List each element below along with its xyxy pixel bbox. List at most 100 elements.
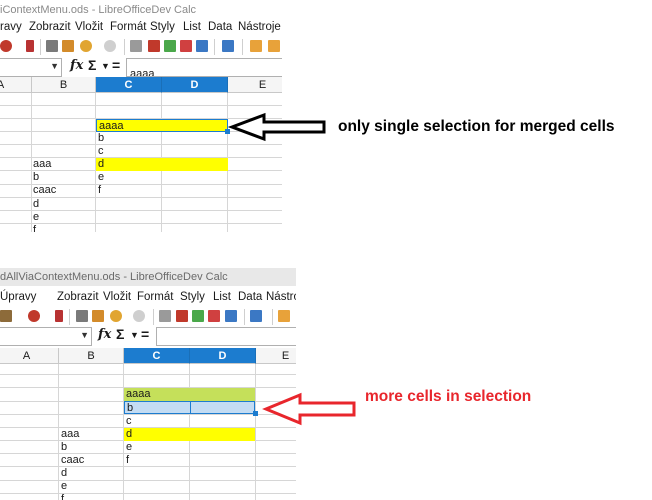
annotation-text-bottom: more cells in selection bbox=[365, 388, 532, 405]
column-header-a[interactable]: A bbox=[0, 348, 59, 364]
cell-c[interactable]: c bbox=[96, 145, 104, 158]
name-box[interactable]: ▼ bbox=[0, 327, 92, 346]
row-icon[interactable] bbox=[192, 310, 204, 322]
menu-upravy[interactable]: ravy bbox=[0, 18, 22, 36]
redo-icon[interactable] bbox=[104, 40, 116, 52]
cell-c[interactable]: f bbox=[124, 454, 129, 467]
chevron-down-icon[interactable]: ▼ bbox=[130, 330, 139, 340]
cell-b[interactable]: e bbox=[31, 211, 39, 224]
redo-icon[interactable] bbox=[133, 310, 145, 322]
sort-icon[interactable] bbox=[196, 40, 208, 52]
clone-formatting-icon[interactable] bbox=[92, 310, 104, 322]
merged-cell-c-d[interactable]: aaaa bbox=[96, 119, 228, 132]
formula-input[interactable]: aaaa bbox=[126, 58, 282, 77]
cell-b[interactable]: d bbox=[59, 467, 67, 480]
column-icon[interactable] bbox=[208, 310, 220, 322]
cell-c[interactable]: c bbox=[124, 415, 132, 428]
column-header-e[interactable]: E bbox=[256, 348, 296, 364]
find-icon[interactable] bbox=[159, 310, 171, 322]
open-icon[interactable] bbox=[28, 310, 40, 322]
menu-format[interactable]: Formát bbox=[110, 18, 146, 36]
column-header-d[interactable]: D bbox=[162, 77, 228, 93]
formula-icon[interactable]: = bbox=[112, 57, 120, 73]
column-header-a[interactable]: A bbox=[0, 77, 32, 93]
cell-b[interactable]: aaa bbox=[31, 158, 51, 171]
merged-cell-c-d[interactable]: aaaa bbox=[124, 388, 255, 401]
function-wizard-icon[interactable]: fx bbox=[70, 58, 83, 73]
column-header-e[interactable]: E bbox=[228, 77, 282, 93]
formula-bar: ▼ fx Σ ▼ = aaaa bbox=[0, 56, 282, 78]
menu-styly[interactable]: Styly bbox=[180, 288, 205, 306]
undo-icon[interactable] bbox=[80, 40, 92, 52]
toolbar-separator bbox=[40, 39, 41, 55]
save-icon[interactable] bbox=[55, 310, 63, 322]
menu-upravy[interactable]: Úpravy bbox=[0, 288, 36, 306]
cell-c[interactable]: b bbox=[96, 132, 104, 145]
column-icon[interactable] bbox=[180, 40, 192, 52]
cell-b[interactable]: aaa bbox=[59, 428, 79, 441]
chevron-down-icon[interactable]: ▼ bbox=[80, 330, 89, 340]
menu-styly[interactable]: Styly bbox=[150, 18, 175, 36]
menu-nastroje[interactable]: Nástroje bbox=[238, 18, 281, 36]
menu-format[interactable]: Formát bbox=[137, 288, 173, 306]
column-header-d[interactable]: D bbox=[190, 348, 256, 364]
find-icon[interactable] bbox=[130, 40, 142, 52]
function-wizard-icon[interactable]: fx bbox=[98, 327, 111, 342]
menu-vlozit[interactable]: Vložit bbox=[75, 18, 103, 36]
sort-icon[interactable] bbox=[225, 310, 237, 322]
sum-icon[interactable]: Σ bbox=[88, 57, 96, 73]
save-icon[interactable] bbox=[26, 40, 34, 52]
merged-cell-c-d-yellow[interactable]: d bbox=[96, 158, 228, 171]
cell-b[interactable]: d bbox=[31, 198, 39, 211]
menu-zobrazit[interactable]: Zobrazit bbox=[57, 288, 99, 306]
row-icon[interactable] bbox=[164, 40, 176, 52]
menu-zobrazit[interactable]: Zobrazit bbox=[29, 18, 71, 36]
column-header-b[interactable]: B bbox=[32, 77, 96, 93]
menu-data[interactable]: Data bbox=[208, 18, 232, 36]
open-icon[interactable] bbox=[0, 40, 12, 52]
menu-list[interactable]: List bbox=[213, 288, 231, 306]
menu-vlozit[interactable]: Vložit bbox=[103, 288, 131, 306]
column-header-c[interactable]: C bbox=[124, 348, 190, 364]
selected-cell-c[interactable]: b bbox=[124, 401, 190, 414]
menu-nastroje[interactable]: Nástroje bbox=[266, 288, 296, 306]
cell-c[interactable]: f bbox=[96, 184, 101, 197]
clone-formatting-icon[interactable] bbox=[62, 40, 74, 52]
undo-icon[interactable] bbox=[110, 310, 122, 322]
spelling-icon[interactable] bbox=[176, 310, 188, 322]
column-header-c[interactable]: C bbox=[96, 77, 162, 93]
cell-b[interactable]: f bbox=[31, 224, 36, 232]
merged-cell-c-d-yellow[interactable]: d bbox=[124, 428, 255, 441]
print-icon[interactable] bbox=[76, 310, 88, 322]
spelling-icon[interactable] bbox=[148, 40, 160, 52]
cell-c[interactable]: e bbox=[124, 441, 132, 454]
pivot-icon[interactable] bbox=[278, 310, 290, 322]
grid-line bbox=[0, 374, 296, 375]
cell-b[interactable]: b bbox=[59, 441, 67, 454]
formula-input[interactable] bbox=[156, 327, 296, 346]
chart-icon[interactable] bbox=[250, 310, 262, 322]
toolbar-separator bbox=[244, 309, 245, 325]
pivot-icon[interactable] bbox=[250, 40, 262, 52]
menu-data[interactable]: Data bbox=[238, 288, 262, 306]
selected-cell-d[interactable] bbox=[190, 401, 255, 414]
cell-b[interactable]: b bbox=[31, 171, 39, 184]
menu-list[interactable]: List bbox=[183, 18, 201, 36]
column-header-b[interactable]: B bbox=[59, 348, 124, 364]
name-box[interactable]: ▼ bbox=[0, 58, 62, 77]
new-document-icon[interactable] bbox=[0, 310, 12, 322]
cell-b[interactable]: caac bbox=[59, 454, 84, 467]
formula-icon[interactable]: = bbox=[141, 326, 149, 342]
cell-b[interactable]: caac bbox=[31, 184, 56, 197]
cell-b[interactable]: e bbox=[59, 480, 67, 493]
chart-icon[interactable] bbox=[222, 40, 234, 52]
grid-line bbox=[0, 493, 296, 494]
cell-c[interactable]: e bbox=[96, 171, 104, 184]
cell-b[interactable]: f bbox=[59, 493, 64, 500]
image-icon[interactable] bbox=[268, 40, 280, 52]
print-icon[interactable] bbox=[46, 40, 58, 52]
sum-icon[interactable]: Σ bbox=[116, 326, 124, 342]
fill-handle[interactable] bbox=[253, 411, 258, 416]
chevron-down-icon[interactable]: ▼ bbox=[50, 61, 59, 71]
chevron-down-icon[interactable]: ▼ bbox=[101, 61, 110, 71]
